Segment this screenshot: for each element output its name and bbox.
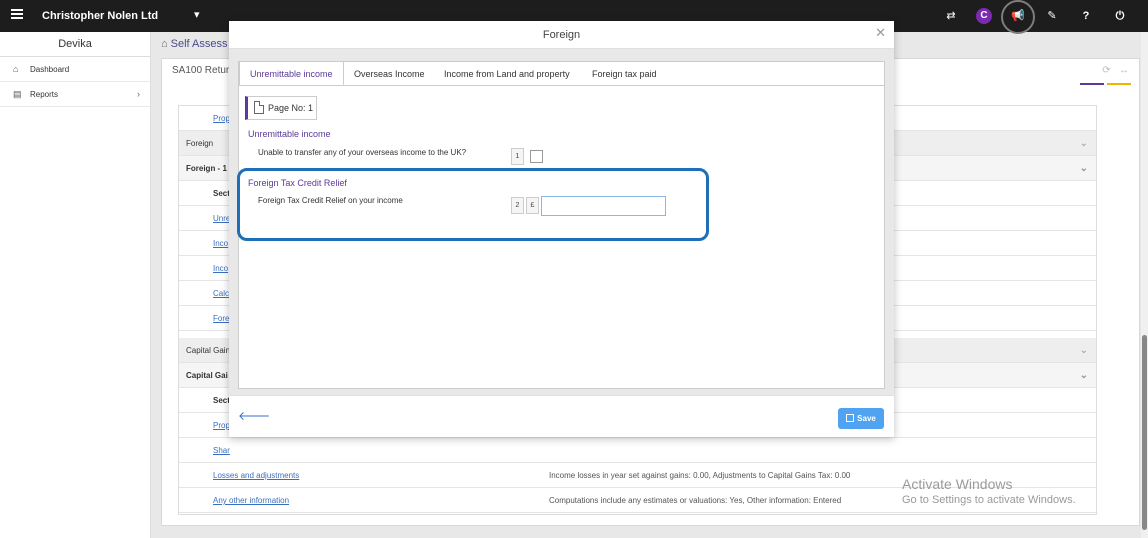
tab-income-land-property[interactable]: Income from Land and property (434, 62, 580, 86)
sidebar-item-label: Dashboard (30, 65, 70, 74)
sidebar-item-reports[interactable]: ▤ Reports › (0, 82, 150, 107)
user-name: Devika (0, 32, 150, 57)
close-icon[interactable]: ✕ (875, 25, 886, 41)
subsection-title: Capital Gai (186, 371, 228, 380)
tab-unremittable-income[interactable]: Unremittable income (239, 61, 344, 86)
breadcrumb-item[interactable]: Self Assess (171, 38, 228, 50)
section-link[interactable]: Prop (213, 106, 230, 131)
section-link[interactable]: Prop (213, 413, 230, 438)
subsection-title: Foreign - 1 (186, 164, 227, 173)
column-header: Sect (213, 189, 230, 198)
expand-icon[interactable]: ↔ (1119, 65, 1129, 76)
save-label: Save (857, 414, 876, 423)
table-row: Shar (179, 438, 1096, 463)
help-icon[interactable]: ? (1078, 8, 1094, 24)
sidebar-item-dashboard[interactable]: ⌂ Dashboard (0, 57, 150, 82)
refresh-icon[interactable]: ⟳ (1102, 65, 1110, 76)
unremittable-checkbox[interactable] (530, 150, 543, 163)
sidebar: Devika ⌂ Dashboard ▤ Reports › (0, 32, 151, 538)
section-title: Capital Gain (186, 346, 231, 355)
document-icon: ▤ (13, 89, 22, 99)
accent-bar (1080, 83, 1104, 85)
menu-icon[interactable] (11, 9, 23, 19)
losses-link[interactable]: Losses and adjustments (213, 463, 299, 488)
row-value: Computations include any estimates or va… (549, 496, 842, 505)
page-number-button[interactable]: Page No: 1 (245, 96, 317, 120)
section-link[interactable]: Shar (213, 438, 230, 463)
company-name[interactable]: Christopher Nolen Ltd (42, 10, 158, 22)
breadcrumb: ⌂ Self Assess (161, 38, 228, 50)
tab-foreign-tax-paid[interactable]: Foreign tax paid (582, 62, 667, 86)
save-button[interactable]: Save (838, 408, 884, 429)
tab-overseas-income[interactable]: Overseas Income (344, 62, 435, 86)
home-icon[interactable]: ⌂ (161, 38, 168, 50)
section-title-unremittable: Unremittable income (248, 129, 331, 139)
toolbar-icons: ⟳ ↔ (1102, 65, 1129, 76)
chevron-down-icon[interactable]: ⌄ (1080, 156, 1088, 181)
section-link[interactable]: Inco (213, 256, 228, 281)
back-arrow-icon[interactable]: 🡐 (238, 408, 270, 423)
tag-icon[interactable]: ✎ (1044, 8, 1060, 24)
page-icon (254, 101, 264, 114)
section-link[interactable]: Inco (213, 231, 228, 256)
chevron-down-icon[interactable]: ⌄ (1080, 131, 1088, 156)
switch-icon[interactable]: ⇄ (943, 8, 959, 24)
chevron-right-icon: › (137, 89, 140, 99)
sidebar-item-label: Reports (30, 90, 59, 99)
accent-bar-yellow (1107, 83, 1131, 85)
question-label: Unable to transfer any of your overseas … (258, 148, 467, 157)
modal-tabs: Unremittable income Overseas Income Inco… (238, 61, 885, 86)
megaphone-icon[interactable]: 📢 (1010, 8, 1026, 24)
chevron-down-icon[interactable]: ⌄ (1080, 363, 1088, 388)
section-link[interactable]: Calc (213, 281, 229, 306)
section-title: Foreign (186, 139, 214, 148)
chevron-down-icon[interactable]: ⌄ (1080, 338, 1088, 363)
scrollbar-thumb[interactable] (1142, 335, 1147, 530)
watermark-line1: Activate Windows (902, 476, 1013, 492)
column-header: Sect (213, 396, 230, 405)
highlight-outline (237, 168, 709, 241)
other-info-link[interactable]: Any other information (213, 488, 289, 513)
watermark-line2: Go to Settings to activate Windows. (902, 494, 1076, 506)
windows-watermark: Activate Windows Go to Settings to activ… (902, 476, 1076, 506)
page-number-label: Page No: 1 (268, 103, 314, 113)
section-link[interactable]: Fore (213, 306, 229, 331)
save-icon (846, 414, 855, 422)
home-icon: ⌂ (13, 64, 19, 74)
page-scrollbar[interactable] (1141, 32, 1148, 538)
box-number: 1 (511, 148, 524, 165)
app-badge-icon[interactable]: C (976, 8, 992, 24)
section-link[interactable]: Unre (213, 206, 230, 231)
row-value: Income losses in year set against gains:… (549, 471, 851, 480)
modal-footer: 🡐 Save (229, 395, 894, 437)
chevron-down-icon[interactable]: ▾ (194, 8, 200, 21)
power-icon[interactable]: ⏻ (1112, 8, 1128, 24)
modal-title: Foreign (229, 21, 894, 49)
